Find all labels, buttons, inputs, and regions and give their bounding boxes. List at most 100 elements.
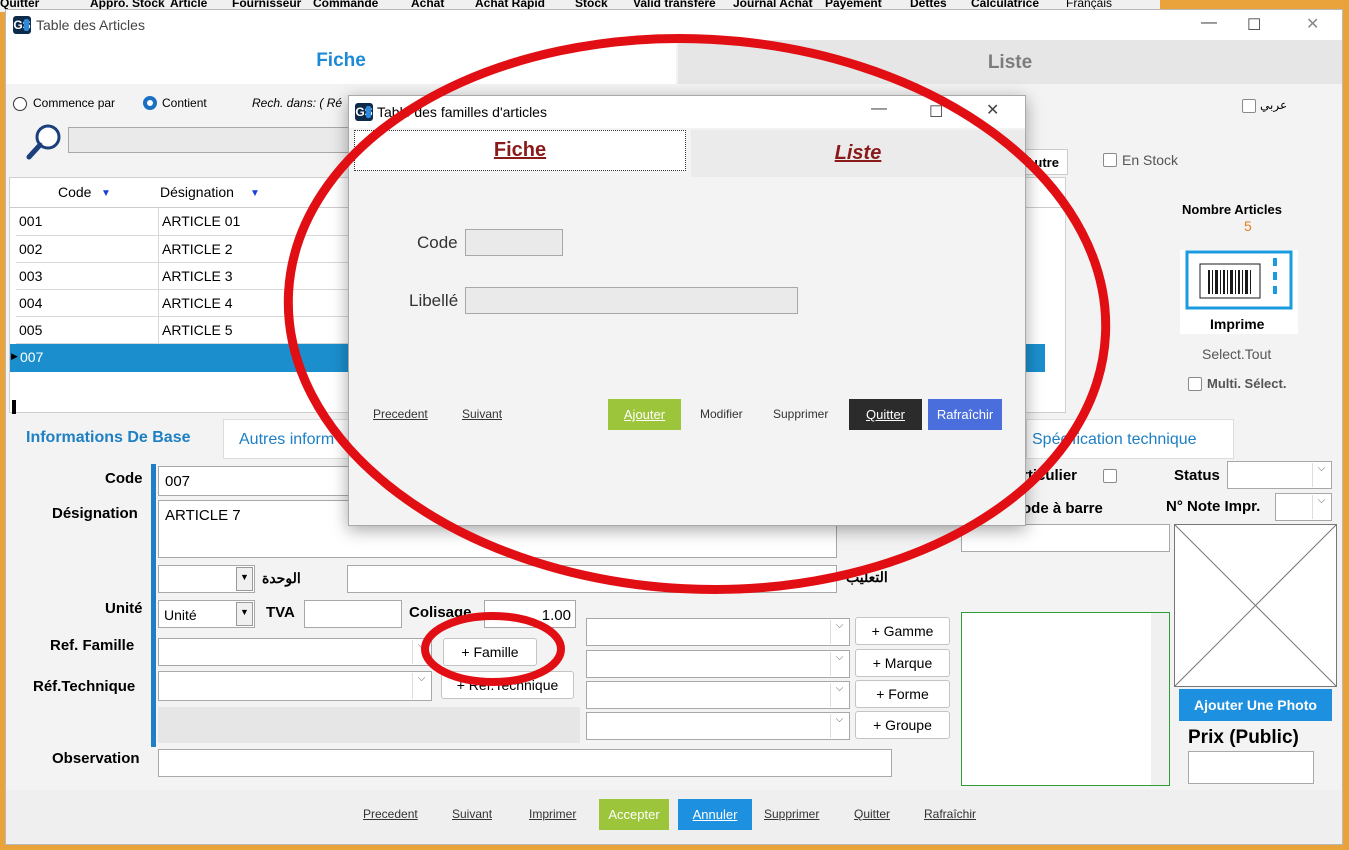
ref-tech-combo[interactable]: ⌵ xyxy=(158,671,432,701)
add-gamme-button[interactable]: + Gamme xyxy=(855,617,950,645)
tab-fiche[interactable]: Fiche xyxy=(6,40,676,84)
unit-ar-select[interactable]: ▼ xyxy=(158,565,255,593)
sort-arrow-icon[interactable]: ▼ xyxy=(101,188,111,199)
chevron-down-icon[interactable]: ⌵ xyxy=(1312,463,1330,487)
dropdown-arrow-icon[interactable]: ▼ xyxy=(236,602,253,626)
add-famille-button[interactable]: + Famille xyxy=(443,638,537,666)
app-logo-icon: GS xyxy=(13,16,31,34)
cell-designation: ARTICLE 5 xyxy=(159,317,349,344)
row-pointer-icon: ▶ xyxy=(11,351,18,361)
imprimer-button[interactable]: Imprimer xyxy=(529,807,576,821)
chevron-down-icon[interactable]: ⌵ xyxy=(830,714,848,738)
add-photo-button[interactable]: Ajouter Une Photo xyxy=(1179,689,1332,721)
sort-arrow-icon[interactable]: ▼ xyxy=(250,188,260,199)
scroll-marker[interactable] xyxy=(12,400,16,414)
maximize-icon[interactable]: ☐ xyxy=(1247,15,1261,35)
precedent-button[interactable]: Precedent xyxy=(363,807,418,821)
barcode-field[interactable] xyxy=(961,524,1170,552)
section-accent-bar xyxy=(151,464,156,747)
tva-field[interactable] xyxy=(304,600,402,628)
article-count-value: 5 xyxy=(1244,218,1252,234)
dialog-precedent-button[interactable]: Precedent xyxy=(373,407,428,421)
print-barcode-button[interactable]: Imprime xyxy=(1180,250,1298,334)
dialog-quitter-button[interactable]: Quitter xyxy=(849,399,922,430)
forme-combo[interactable]: ⌵ xyxy=(586,681,850,709)
dialog-supprimer-button[interactable]: Supprimer xyxy=(773,407,828,421)
autre-button[interactable]: Autre xyxy=(1020,149,1068,175)
packaging-field[interactable] xyxy=(347,565,837,593)
cell-designation: ARTICLE 01 xyxy=(159,208,349,236)
cell-code: 002 xyxy=(16,236,159,263)
add-groupe-button[interactable]: + Groupe xyxy=(855,711,950,739)
magnifier-icon[interactable] xyxy=(24,122,66,162)
status-select[interactable]: ⌵ xyxy=(1227,461,1332,489)
minimize-icon[interactable]: — xyxy=(1201,14,1217,32)
dropdown-arrow-icon[interactable]: ▼ xyxy=(236,567,253,591)
suivant-button[interactable]: Suivant xyxy=(452,807,492,821)
ref-tech-label: Réf.Technique xyxy=(33,678,136,695)
multi-select-label: Multi. Sélect. xyxy=(1207,376,1287,391)
dialog-tab-fiche[interactable]: Fiche xyxy=(354,130,686,171)
code-label: Code xyxy=(105,470,143,487)
particulier-checkbox[interactable] xyxy=(1103,469,1117,483)
ref-famille-combo[interactable]: ⌵ xyxy=(158,638,432,666)
radio-contains-label: Contient xyxy=(162,96,207,110)
search-input[interactable] xyxy=(68,127,358,153)
colisage-field[interactable]: 1.00 xyxy=(484,600,576,628)
rafraichir-button[interactable]: Rafraîchir xyxy=(924,807,976,821)
dialog-modifier-button[interactable]: Modifier xyxy=(700,407,743,421)
minimize-icon[interactable]: — xyxy=(871,100,887,118)
cell-code: 005 xyxy=(16,317,159,344)
select-all-button[interactable]: Select.Tout xyxy=(1202,346,1271,362)
chevron-down-icon[interactable]: ⌵ xyxy=(830,652,848,676)
add-forme-button[interactable]: + Forme xyxy=(855,680,950,708)
dialog-libelle-field[interactable] xyxy=(465,287,798,314)
tab-liste[interactable]: Liste xyxy=(678,40,1342,84)
dialog-suivant-button[interactable]: Suivant xyxy=(462,407,502,421)
price-field[interactable] xyxy=(1188,751,1314,784)
chevron-down-icon[interactable]: ⌵ xyxy=(830,683,848,707)
maximize-icon[interactable]: ☐ xyxy=(929,102,943,122)
radio-contains[interactable] xyxy=(143,96,157,110)
accepter-button[interactable]: Accepter xyxy=(599,799,669,830)
in-stock-checkbox[interactable] xyxy=(1103,153,1117,167)
ref-tech-area xyxy=(158,707,580,743)
observation-field[interactable] xyxy=(158,749,892,777)
gamme-combo[interactable]: ⌵ xyxy=(586,618,850,646)
dialog-libelle-label: Libellé xyxy=(409,291,459,310)
close-icon[interactable]: ✕ xyxy=(1306,14,1319,34)
chevron-down-icon[interactable]: ⌵ xyxy=(412,673,430,699)
close-icon[interactable]: ✕ xyxy=(986,100,999,120)
unit-select[interactable]: Unité ▼ xyxy=(158,600,255,628)
chevron-down-icon[interactable]: ⌵ xyxy=(1312,495,1330,519)
dialog-ajouter-button[interactable]: Ajouter xyxy=(608,399,681,430)
annuler-button[interactable]: Annuler xyxy=(678,799,752,830)
supprimer-button[interactable]: Supprimer xyxy=(764,807,819,821)
chevron-down-icon[interactable]: ⌵ xyxy=(412,640,430,664)
dialog-rafraichir-button[interactable]: Rafraîchir xyxy=(928,399,1002,430)
tab-tech-spec[interactable]: Spécification technique xyxy=(1026,419,1234,459)
tab-base-info[interactable]: Informations De Base xyxy=(11,417,221,459)
marque-combo[interactable]: ⌵ xyxy=(586,650,850,678)
article-count-label: Nombre Articles xyxy=(1182,202,1282,217)
scrollbar[interactable] xyxy=(1151,613,1169,785)
quitter-button[interactable]: Quitter xyxy=(854,807,890,821)
dialog-code-field[interactable] xyxy=(465,229,563,256)
photo-placeholder xyxy=(1174,524,1337,687)
dialog-tab-liste[interactable]: Liste xyxy=(691,130,1025,177)
groupe-combo[interactable]: ⌵ xyxy=(586,712,850,740)
chevron-down-icon[interactable]: ⌵ xyxy=(830,620,848,644)
note-select[interactable]: ⌵ xyxy=(1275,493,1332,521)
arabic-checkbox[interactable] xyxy=(1242,99,1256,113)
tab-other-info[interactable]: Autres inform xyxy=(223,419,353,459)
multi-select-checkbox[interactable] xyxy=(1188,377,1202,391)
radio-starts-with[interactable] xyxy=(13,97,27,111)
column-header-code[interactable]: Code xyxy=(58,184,91,200)
column-header-designation[interactable]: Désignation xyxy=(160,184,234,200)
app-logo-icon: GS xyxy=(355,103,373,121)
add-marque-button[interactable]: + Marque xyxy=(855,649,950,677)
search-in-label: Rech. dans: ( Ré xyxy=(252,96,343,110)
code-field[interactable]: 007 xyxy=(158,466,358,496)
notes-area[interactable] xyxy=(961,612,1170,786)
add-ref-tech-button[interactable]: + Réf.Technique xyxy=(441,671,574,699)
